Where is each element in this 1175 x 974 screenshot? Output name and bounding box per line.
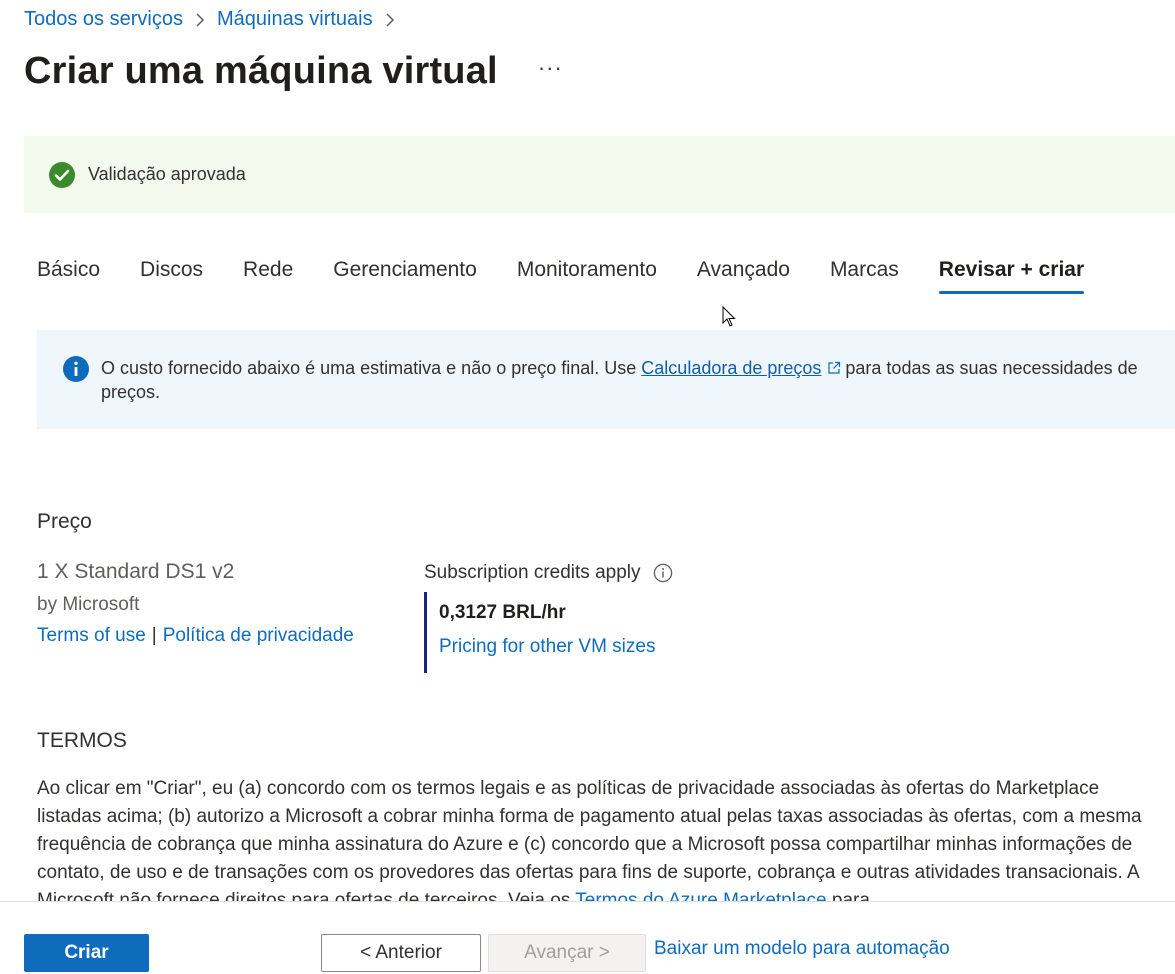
breadcrumb-all-services[interactable]: Todos os serviços xyxy=(24,8,183,31)
terms-text: Ao clicar em "Criar", eu (a) concordo co… xyxy=(37,775,1162,902)
chevron-right-icon xyxy=(373,12,407,28)
external-link-icon xyxy=(828,361,841,374)
terms-section-title: TERMOS xyxy=(37,729,127,752)
tab-review-create[interactable]: Revisar + criar xyxy=(938,258,1085,294)
subscription-credits-label: Subscription credits apply xyxy=(424,562,641,583)
info-tooltip-icon[interactable] xyxy=(653,563,673,583)
offer-name: 1 X Standard DS1 v2 xyxy=(37,560,235,583)
price-section-title: Preço xyxy=(37,510,92,533)
pricing-calculator-link[interactable]: Calculadora de preços xyxy=(641,358,821,378)
tab-management[interactable]: Gerenciamento xyxy=(333,258,477,294)
footer-bar: Criar < Anterior Avançar > Baixar um mod… xyxy=(0,901,1175,974)
more-options-button[interactable]: ··· xyxy=(538,55,563,81)
terms-body: Ao clicar em "Criar", eu (a) concordo co… xyxy=(37,778,1142,902)
privacy-policy-link[interactable]: Política de privacidade xyxy=(163,625,354,646)
validation-message: Validação aprovada xyxy=(88,164,246,184)
tab-networking[interactable]: Rede xyxy=(243,258,293,294)
offer-links: Terms of use | Política de privacidade xyxy=(37,625,354,647)
price-box: 0,3127 BRL/hr Pricing for other VM sizes xyxy=(424,592,655,673)
breadcrumb-virtual-machines[interactable]: Máquinas virtuais xyxy=(217,8,373,31)
hourly-price: 0,3127 BRL/hr xyxy=(439,602,566,623)
other-vm-sizes-pricing-link[interactable]: Pricing for other VM sizes xyxy=(439,636,655,658)
info-text-before: O custo fornecido abaixo é uma estimativ… xyxy=(101,358,642,378)
create-vm-page: Todos os serviços Máquinas virtuais Cria… xyxy=(0,0,1175,974)
validation-banner: Validação aprovada xyxy=(24,136,1175,213)
info-text: O custo fornecido abaixo é uma estimativ… xyxy=(101,356,1171,404)
tab-tags[interactable]: Marcas xyxy=(830,258,899,294)
title-row: Criar uma máquina virtual ··· xyxy=(24,50,563,93)
mouse-cursor-icon xyxy=(722,306,736,327)
terms-of-use-link[interactable]: Terms of use xyxy=(37,625,146,646)
tab-basics[interactable]: Básico xyxy=(37,258,100,294)
success-check-icon xyxy=(49,161,75,188)
subscription-credits: Subscription credits apply xyxy=(424,562,673,584)
create-button[interactable]: Criar xyxy=(24,934,149,972)
next-button: Avançar > xyxy=(488,934,646,972)
page-title: Criar uma máquina virtual xyxy=(24,50,498,92)
chevron-right-icon xyxy=(183,12,217,28)
info-banner: O custo fornecido abaixo é uma estimativ… xyxy=(37,330,1175,429)
offer-publisher: by Microsoft xyxy=(37,594,140,615)
tab-disks[interactable]: Discos xyxy=(140,258,203,294)
wizard-tabs: Básico Discos Rede Gerenciamento Monitor… xyxy=(37,258,1124,294)
previous-button[interactable]: < Anterior xyxy=(321,934,481,972)
info-icon xyxy=(63,356,89,382)
tab-monitoring[interactable]: Monitoramento xyxy=(517,258,657,294)
tab-advanced[interactable]: Avançado xyxy=(697,258,790,294)
link-separator: | xyxy=(151,625,157,646)
breadcrumb: Todos os serviços Máquinas virtuais xyxy=(24,8,407,31)
download-template-link[interactable]: Baixar um modelo para automação xyxy=(654,938,950,960)
